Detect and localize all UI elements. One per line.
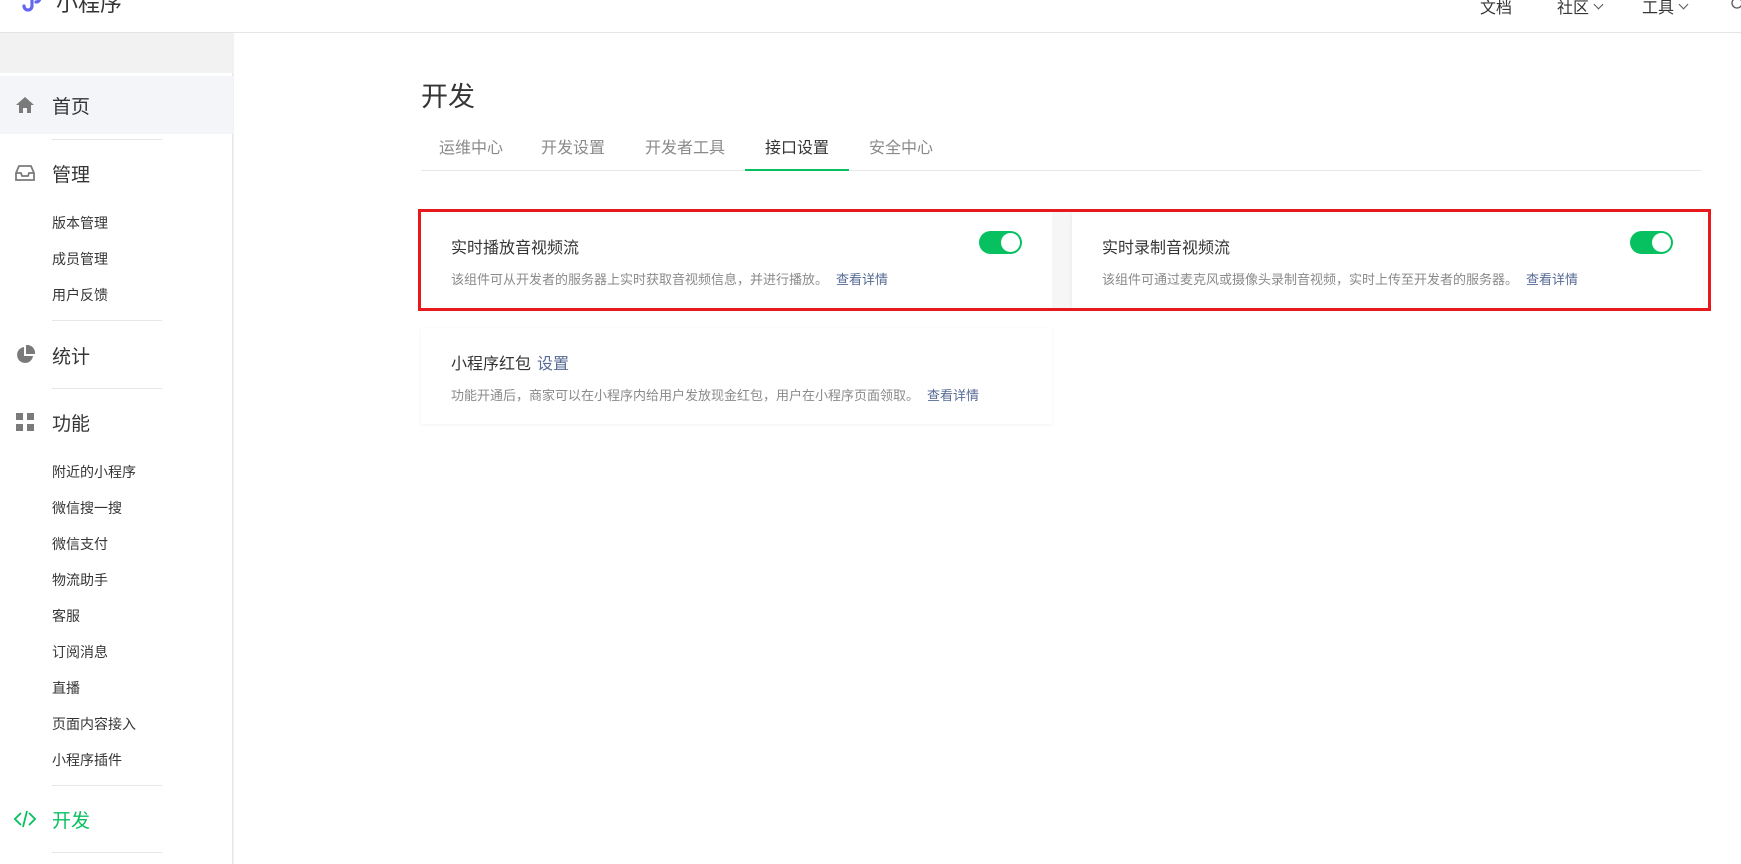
user-menu[interactable]: [1727, 0, 1741, 18]
inbox-icon: [14, 162, 36, 184]
tab-api-settings[interactable]: 接口设置: [745, 131, 849, 171]
user-icon: [1731, 0, 1741, 9]
card-description-text: 该组件可从开发者的服务器上实时获取音视频信息，并进行播放。: [451, 273, 829, 288]
tab-dev-tools[interactable]: 开发者工具: [625, 131, 745, 171]
sidebar-item-page-content[interactable]: 页面内容接入: [52, 714, 136, 734]
top-bar: 小程序 文档 社区 工具: [0, 0, 1741, 33]
card-description-text: 该组件可通过麦克风或摄像头录制音视频，实时上传至开发者的服务器。: [1102, 273, 1519, 288]
view-details-link[interactable]: 查看详情: [836, 273, 888, 288]
divider: [52, 785, 162, 786]
sidebar-item-version[interactable]: 版本管理: [52, 213, 108, 233]
sidebar-item-dev-label: 开发: [52, 809, 91, 832]
sidebar-item-service[interactable]: 客服: [52, 606, 80, 626]
sidebar-item-members[interactable]: 成员管理: [52, 249, 108, 269]
sidebar-item-nearby[interactable]: 附近的小程序: [52, 462, 136, 482]
card-gap: [1052, 212, 1072, 308]
page-title: 开发: [421, 82, 475, 113]
tab-ops[interactable]: 运维中心: [421, 131, 521, 171]
toggle-knob: [1001, 233, 1020, 252]
sidebar-item-home[interactable]: 首页: [0, 76, 233, 134]
nav-tools[interactable]: 工具: [1641, 0, 1689, 18]
card-title-text: 小程序红包: [451, 354, 532, 373]
logo[interactable]: 小程序: [14, 0, 122, 18]
sidebar: 首页 管理 版本管理 成员管理 用户反馈 统计 功能 附近的小程序 微信搜一搜 …: [0, 73, 233, 864]
card-description: 功能开通后，商家可以在小程序内给用户发放现金红包，用户在小程序页面领取。 查看详情: [451, 385, 979, 404]
sidebar-item-home-label: 首页: [52, 95, 91, 118]
sidebar-item-manage[interactable]: 管理: [0, 144, 233, 202]
tab-bar: 运维中心 开发设置 开发者工具 接口设置 安全中心: [421, 131, 1701, 171]
nav-tools-label: 工具: [1641, 0, 1674, 17]
chevron-down-icon: [1678, 0, 1689, 9]
live-player-toggle[interactable]: [979, 231, 1022, 254]
view-details-link[interactable]: 查看详情: [1526, 273, 1578, 288]
nav-docs-label: 文档: [1479, 0, 1512, 17]
chevron-down-icon: [1593, 0, 1604, 9]
sidebar-item-search[interactable]: 微信搜一搜: [52, 498, 122, 518]
card-description: 该组件可从开发者的服务器上实时获取音视频信息，并进行播放。 查看详情: [451, 269, 888, 288]
sidebar-item-dev[interactable]: 开发: [0, 790, 233, 848]
sidebar-item-plugins[interactable]: 小程序插件: [52, 750, 122, 770]
sidebar-item-manage-label: 管理: [52, 163, 91, 186]
home-icon: [14, 94, 36, 116]
card-live-player: 实时播放音视频流 该组件可从开发者的服务器上实时获取音视频信息，并进行播放。 查看…: [421, 212, 1052, 308]
sidebar-item-features-label: 功能: [52, 412, 91, 435]
divider: [52, 139, 162, 140]
grid-icon: [14, 411, 36, 433]
pie-chart-icon: [14, 344, 36, 366]
main-content: 开发 运维中心 开发设置 开发者工具 接口设置 安全中心: [234, 33, 1741, 864]
nav-community[interactable]: 社区: [1556, 0, 1604, 18]
divider: [52, 388, 162, 389]
sidebar-item-feedback[interactable]: 用户反馈: [52, 285, 108, 305]
live-pusher-toggle[interactable]: [1630, 231, 1673, 254]
mini-program-logo-icon: [14, 0, 46, 18]
code-icon: [14, 808, 36, 830]
app-name: 小程序: [56, 0, 123, 17]
card-title: 小程序红包 设置: [451, 350, 569, 374]
sidebar-item-logistics[interactable]: 物流助手: [52, 570, 108, 590]
divider: [52, 852, 162, 853]
card-title: 实时播放音视频流: [451, 238, 580, 257]
settings-link[interactable]: 设置: [537, 354, 569, 373]
sidebar-item-stats-label: 统计: [52, 345, 91, 368]
card-red-packet: 小程序红包 设置 功能开通后，商家可以在小程序内给用户发放现金红包，用户在小程序页…: [421, 328, 1052, 424]
tab-security[interactable]: 安全中心: [849, 131, 953, 171]
card-title: 实时录制音视频流: [1102, 238, 1231, 257]
toggle-knob: [1652, 233, 1671, 252]
nav-docs[interactable]: 文档: [1480, 0, 1512, 18]
nav-community-label: 社区: [1556, 0, 1589, 17]
divider: [52, 320, 162, 321]
card-description-text: 功能开通后，商家可以在小程序内给用户发放现金红包，用户在小程序页面领取。: [451, 389, 920, 404]
view-details-link[interactable]: 查看详情: [927, 389, 979, 404]
sidebar-item-pay[interactable]: 微信支付: [52, 534, 108, 554]
sidebar-item-stats[interactable]: 统计: [0, 326, 233, 384]
card-description: 该组件可通过麦克风或摄像头录制音视频，实时上传至开发者的服务器。 查看详情: [1102, 269, 1578, 288]
sidebar-item-subscribe[interactable]: 订阅消息: [52, 642, 108, 662]
sidebar-item-live[interactable]: 直播: [52, 678, 80, 698]
card-live-pusher: 实时录制音视频流 该组件可通过麦克风或摄像头录制音视频，实时上传至开发者的服务器…: [1072, 212, 1703, 308]
top-nav: 文档 社区 工具: [1480, 0, 1741, 18]
sidebar-item-features[interactable]: 功能: [0, 393, 233, 451]
tab-dev-settings[interactable]: 开发设置: [521, 131, 625, 171]
